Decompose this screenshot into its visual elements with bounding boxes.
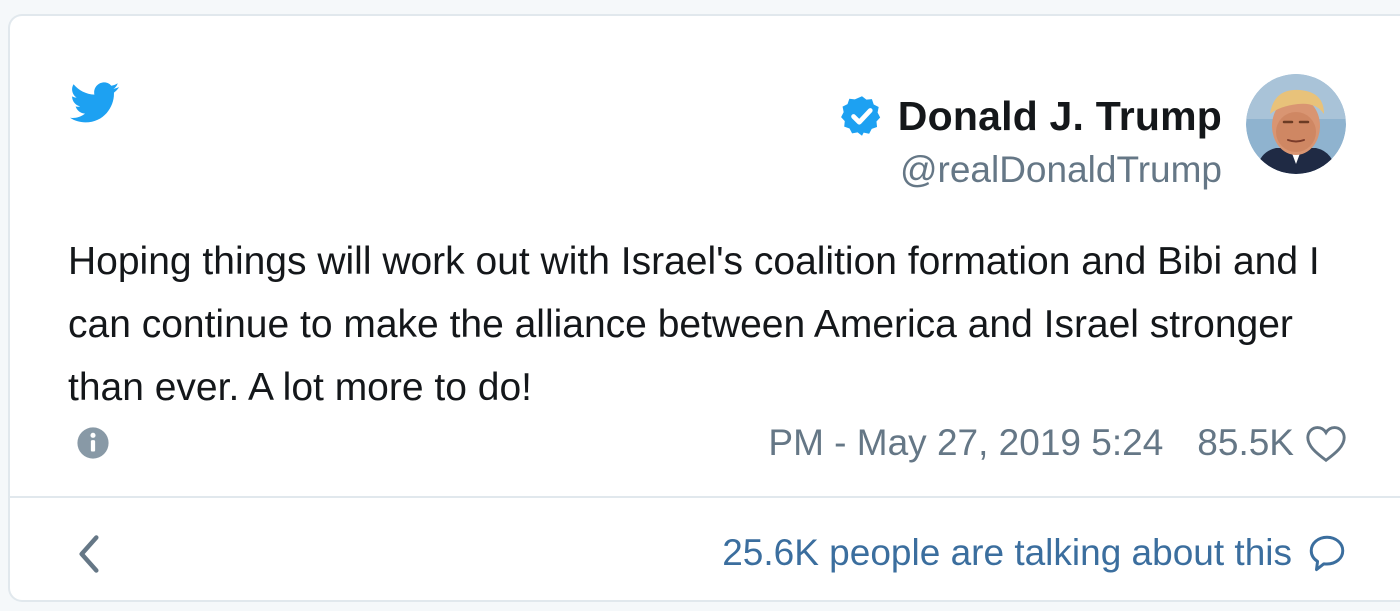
author-handle[interactable]: @realDonaldTrump: [840, 146, 1222, 194]
twitter-bird-icon[interactable]: [70, 82, 120, 124]
conversation-link[interactable]: 25.6K people are talking about this: [722, 528, 1348, 578]
verified-badge-icon: [840, 96, 880, 136]
info-icon[interactable]: [76, 426, 110, 460]
divider: [10, 496, 1400, 498]
speech-bubble-icon[interactable]: [1306, 532, 1348, 574]
tweet-timestamp[interactable]: PM - May 27, 2019 5:24: [768, 418, 1163, 468]
avatar[interactable]: [1246, 74, 1346, 174]
talking-count[interactable]: 25.6K people are talking about this: [722, 528, 1292, 578]
tweet-meta: PM - May 27, 2019 5:24 85.5K: [768, 418, 1348, 468]
like-count[interactable]: 85.5K: [1197, 418, 1294, 468]
tweet-text: Hoping things will work out with Israel'…: [68, 240, 1320, 409]
chevron-left-icon[interactable]: [74, 532, 104, 576]
tweet-card: Donald J. Trump @realDonaldTrump Hoping …: [8, 14, 1400, 602]
author-name[interactable]: Donald J. Trump: [898, 92, 1222, 140]
heart-icon[interactable]: [1304, 423, 1348, 463]
tweet-author[interactable]: Donald J. Trump @realDonaldTrump: [840, 92, 1222, 194]
